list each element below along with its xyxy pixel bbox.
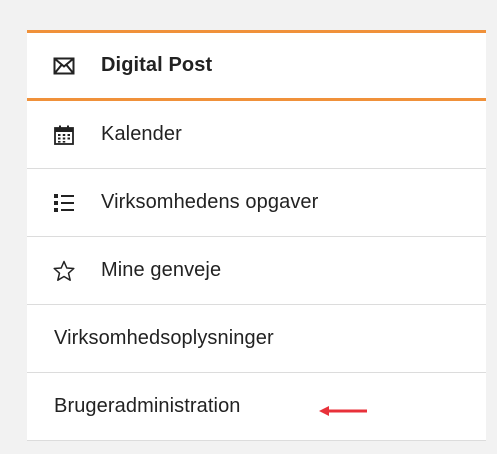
red-arrow-icon — [319, 406, 367, 416]
menu-item-digital-post[interactable]: Digital Post — [27, 33, 486, 101]
menu-item-label: Mine genveje — [101, 259, 222, 281]
menu-item-label: Digital Post — [101, 54, 213, 76]
calendar-icon — [27, 125, 101, 145]
menu-item-label: Virksomhedsoplysninger — [54, 327, 274, 349]
sidebar-menu: Digital Post Kalender Virksomhedens opga… — [27, 30, 486, 441]
menu-item-label: Virksomhedens opgaver — [101, 191, 319, 213]
task-list-icon — [27, 193, 101, 213]
menu-item-label: Kalender — [101, 123, 182, 145]
menu-item-mine-genveje[interactable]: Mine genveje — [27, 237, 486, 305]
menu-item-brugeradministration[interactable]: Brugeradministration — [27, 373, 486, 441]
menu-item-virksomhedens-opgaver[interactable]: Virksomhedens opgaver — [27, 169, 486, 237]
star-icon — [27, 260, 101, 282]
menu-item-kalender[interactable]: Kalender — [27, 101, 486, 169]
menu-item-virksomhedsoplysninger[interactable]: Virksomhedsoplysninger — [27, 305, 486, 373]
menu-item-label: Brugeradministration — [54, 395, 241, 417]
mail-icon — [27, 57, 101, 75]
